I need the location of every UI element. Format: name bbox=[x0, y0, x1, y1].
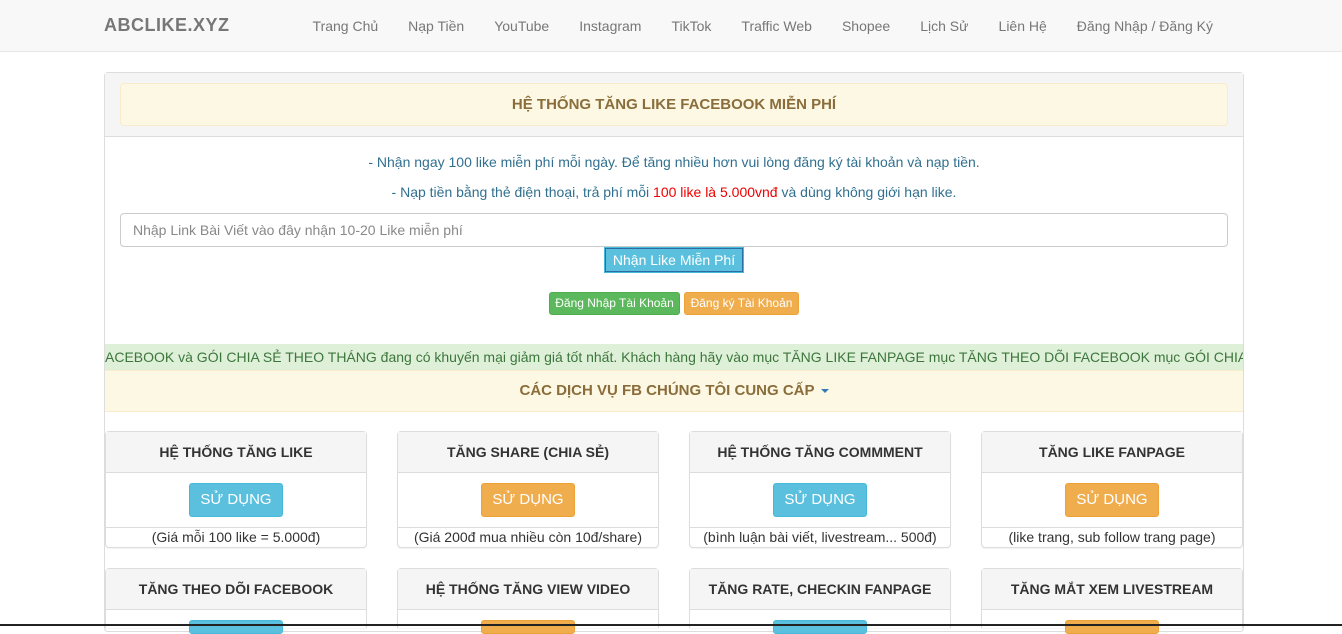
card-price-note: (Giá 200đ mua nhiều còn 10đ/share) bbox=[398, 527, 658, 547]
card-title: HỆ THỐNG TĂNG COMMMENT bbox=[690, 432, 950, 473]
service-card-rate-checkin: TĂNG RATE, CHECKIN FANPAGE bbox=[689, 568, 951, 634]
nav-youtube[interactable]: YouTube bbox=[479, 18, 564, 34]
use-button[interactable] bbox=[189, 620, 283, 634]
use-button[interactable] bbox=[481, 620, 575, 634]
service-card-like: HỆ THỐNG TĂNG LIKE SỬ DỤNG (Giá mỗi 100 … bbox=[105, 431, 367, 548]
site-brand[interactable]: ABCLIKE.XYZ bbox=[104, 15, 230, 36]
card-price-note: (like trang, sub follow trang page) bbox=[982, 527, 1242, 547]
page-title: HỆ THỐNG TĂNG LIKE FACEBOOK MIỄN PHÍ bbox=[120, 83, 1228, 126]
free-like-button[interactable]: Nhận Like Miễn Phí bbox=[604, 247, 744, 273]
card-price-note: (bình luận bài viết, livestream... 500đ) bbox=[690, 527, 950, 547]
services-heading: CÁC DỊCH VỤ FB CHÚNG TÔI CUNG CẤP bbox=[519, 382, 815, 399]
caret-down-icon bbox=[820, 389, 829, 394]
post-link-input[interactable] bbox=[120, 213, 1228, 247]
service-card-share: TĂNG SHARE (CHIA SẺ) SỬ DỤNG (Giá 200đ m… bbox=[397, 431, 659, 548]
use-button[interactable]: SỬ DỤNG bbox=[773, 483, 867, 517]
page-bottom-edge bbox=[0, 624, 1342, 626]
use-button[interactable] bbox=[773, 620, 867, 634]
info-line-free: - Nhận ngay 100 like miễn phí mỗi ngày. … bbox=[368, 154, 980, 170]
main-panel: HỆ THỐNG TĂNG LIKE FACEBOOK MIỄN PHÍ - N… bbox=[104, 72, 1244, 632]
service-card-livestream-views: TĂNG MẮT XEM LIVESTREAM bbox=[981, 568, 1243, 634]
card-title: TĂNG LIKE FANPAGE bbox=[982, 432, 1242, 473]
nav-dang-nhap-dang-ky[interactable]: Đăng Nhập / Đăng Ký bbox=[1062, 18, 1228, 34]
top-navbar: ABCLIKE.XYZ Trang Chủ Nạp Tiền YouTube I… bbox=[0, 0, 1342, 52]
nav-trang-chu[interactable]: Trang Chủ bbox=[298, 18, 394, 34]
nav-nap-tien[interactable]: Nạp Tiền bbox=[393, 18, 479, 34]
marquee-text: ACEBOOK và GÓI CHIA SẺ THEO THÁNG đang c… bbox=[105, 349, 1243, 365]
nav-traffic-web[interactable]: Traffic Web bbox=[726, 18, 827, 34]
card-title: TĂNG RATE, CHECKIN FANPAGE bbox=[690, 569, 950, 610]
card-title: HỆ THỐNG TĂNG LIKE bbox=[106, 432, 366, 473]
nav-lich-su[interactable]: Lịch Sử bbox=[905, 18, 983, 34]
card-title: TĂNG SHARE (CHIA SẺ) bbox=[398, 432, 658, 473]
nav-lien-he[interactable]: Liên Hệ bbox=[984, 18, 1062, 34]
service-card-fanpage: TĂNG LIKE FANPAGE SỬ DỤNG (like trang, s… bbox=[981, 431, 1243, 548]
card-title: HỆ THỐNG TĂNG VIEW VIDEO bbox=[398, 569, 658, 610]
promo-marquee: ACEBOOK và GÓI CHIA SẺ THEO THÁNG đang c… bbox=[105, 344, 1243, 370]
main-nav: Trang Chủ Nạp Tiền YouTube Instagram Tik… bbox=[298, 0, 1228, 52]
card-title: TĂNG THEO DÕI FACEBOOK bbox=[106, 569, 366, 610]
use-button[interactable]: SỬ DỤNG bbox=[1065, 483, 1159, 517]
use-button[interactable]: SỬ DỤNG bbox=[189, 483, 283, 517]
pricing-suffix: và dùng không giới hạn like. bbox=[777, 184, 957, 200]
nav-shopee[interactable]: Shopee bbox=[827, 18, 905, 34]
service-card-view-video: HỆ THỐNG TĂNG VIEW VIDEO bbox=[397, 568, 659, 634]
login-button[interactable]: Đăng Nhập Tài Khoản bbox=[549, 292, 680, 315]
nav-tiktok[interactable]: TikTok bbox=[656, 18, 726, 34]
card-title: TĂNG MẮT XEM LIVESTREAM bbox=[982, 569, 1242, 610]
service-card-comment: HỆ THỐNG TĂNG COMMMENT SỬ DỤNG (bình luậ… bbox=[689, 431, 951, 548]
register-button[interactable]: Đăng ký Tài Khoản bbox=[684, 292, 799, 315]
use-button[interactable]: SỬ DỤNG bbox=[481, 483, 575, 517]
card-price-note: (Giá mỗi 100 like = 5.000đ) bbox=[106, 527, 366, 547]
service-card-follow: TĂNG THEO DÕI FACEBOOK bbox=[105, 568, 367, 634]
panel-header: HỆ THỐNG TĂNG LIKE FACEBOOK MIỄN PHÍ bbox=[105, 73, 1243, 137]
pricing-prefix: - Nạp tiền bằng thẻ điện thoại, trả phí … bbox=[391, 184, 654, 200]
use-button[interactable] bbox=[1065, 620, 1159, 634]
info-line-pricing: - Nạp tiền bằng thẻ điện thoại, trả phí … bbox=[105, 184, 1243, 200]
pricing-highlight: 100 like là 5.000vnđ bbox=[653, 184, 778, 200]
nav-instagram[interactable]: Instagram bbox=[564, 18, 656, 34]
services-dropdown-toggle[interactable]: CÁC DỊCH VỤ FB CHÚNG TÔI CUNG CẤP bbox=[105, 370, 1243, 412]
